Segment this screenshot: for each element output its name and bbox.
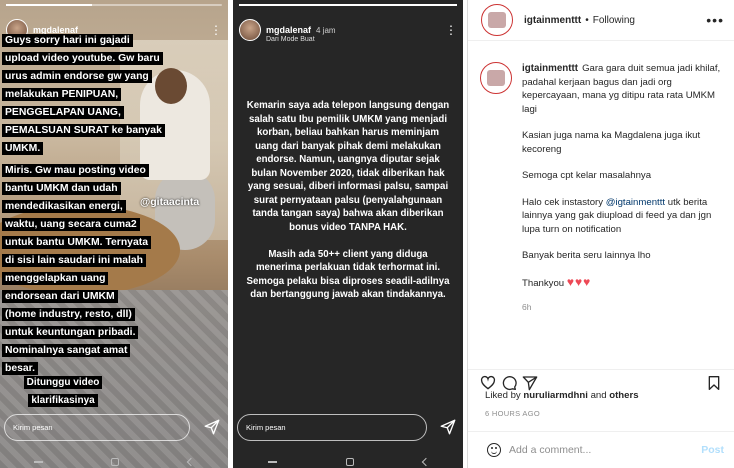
send-message-field[interactable]: Kirim pesan	[237, 414, 427, 441]
post-timestamp[interactable]: 6 HOURS AGO	[485, 409, 540, 418]
liked-by-user-link[interactable]: nuruliarmdhni	[523, 390, 588, 401]
post-header: igtainmenttt • Following •••	[468, 0, 734, 41]
more-options-icon[interactable]: •••	[706, 12, 724, 28]
comment-bar: Post	[468, 431, 734, 468]
caption-username[interactable]: igtainmenttt	[522, 63, 578, 74]
caption-text: Kasian juga nama ka Magdalena juga ikut …	[522, 130, 701, 155]
story-screenshot-1: mgdalenaf ⋮ Guys sorry hari ini gajadi u…	[0, 0, 228, 468]
story-avatar[interactable]	[239, 19, 261, 41]
following-button[interactable]: Following	[593, 15, 635, 26]
story-time: 4 jam	[316, 25, 336, 35]
caption-text: Thankyou	[522, 277, 565, 289]
liked-by-others-link[interactable]: others	[609, 390, 638, 401]
liked-by-prefix: Liked by	[485, 390, 524, 401]
post-side-panel: igtainmenttt • Following ••• igtainmentt…	[467, 0, 734, 468]
header-separator: •	[585, 14, 589, 26]
bookmark-icon[interactable]	[706, 375, 722, 391]
liked-by-text: Liked by nuruliarmdhni and others	[485, 390, 639, 401]
story-statement-text: Kemarin saya ada telepon langsung dengan…	[245, 99, 451, 315]
heart-emoji-icon: ♥♥♥	[566, 274, 592, 289]
post-comment-button[interactable]: Post	[701, 444, 724, 456]
emoji-icon[interactable]	[487, 443, 501, 457]
comment-icon[interactable]	[501, 375, 517, 391]
caption-timestamp: 6h	[522, 302, 532, 312]
caption-text: Semoga cpt kelar masalahnya	[522, 170, 652, 181]
caption-avatar[interactable]	[480, 62, 512, 94]
comment-input[interactable]	[509, 444, 702, 456]
story-screenshot-2: mgdalenaf 4 jam ⋮ Dari Mode Buat Kemarin…	[233, 0, 463, 468]
heart-icon[interactable]	[480, 375, 496, 391]
media-area: mgdalenaf ⋮ Guys sorry hari ini gajadi u…	[0, 0, 467, 468]
story-mention-tag[interactable]: @gitaacinta	[140, 196, 199, 208]
story-paragraph: Kemarin saya ada telepon langsung dengan…	[246, 100, 450, 233]
send-icon[interactable]	[439, 418, 457, 436]
story-text-middle: Miris. Gw mau posting video bantu UMKM d…	[2, 160, 151, 376]
story-progress-bar	[239, 4, 457, 6]
caption-text: Halo cek instastory	[522, 196, 606, 208]
story-username[interactable]: mgdalenaf	[266, 25, 311, 35]
account-username[interactable]: igtainmenttt	[524, 15, 581, 26]
android-nav-bar	[0, 456, 228, 468]
share-icon[interactable]	[522, 375, 538, 391]
story-text-bottom: Ditunggu video klarifikasinya	[2, 372, 124, 408]
android-nav-bar	[233, 456, 463, 468]
account-avatar[interactable]	[481, 4, 513, 36]
caption-mention-link[interactable]: @igtainmenttt	[606, 197, 665, 208]
post-caption: igtainmenttt Gara gara duit semua jadi kh…	[480, 62, 728, 362]
more-options-icon[interactable]: ⋮	[210, 24, 222, 36]
story-progress-bar	[6, 4, 222, 6]
story-text-top: Guys sorry hari ini gajadi upload video …	[2, 30, 165, 156]
send-icon[interactable]	[203, 418, 221, 436]
caption-body: igtainmenttt Gara gara duit semua jadi kh…	[522, 62, 728, 362]
caption-text: Banyak berita seru lainnya lho	[522, 250, 651, 261]
liked-by-mid: and	[587, 390, 610, 401]
story-paragraph: Masih ada 50++ client yang diduga meneri…	[246, 248, 450, 301]
more-options-icon[interactable]: ⋮	[445, 24, 457, 36]
send-message-field[interactable]: Kirim pesan	[4, 414, 190, 441]
story-subtitle: Dari Mode Buat	[266, 36, 315, 43]
